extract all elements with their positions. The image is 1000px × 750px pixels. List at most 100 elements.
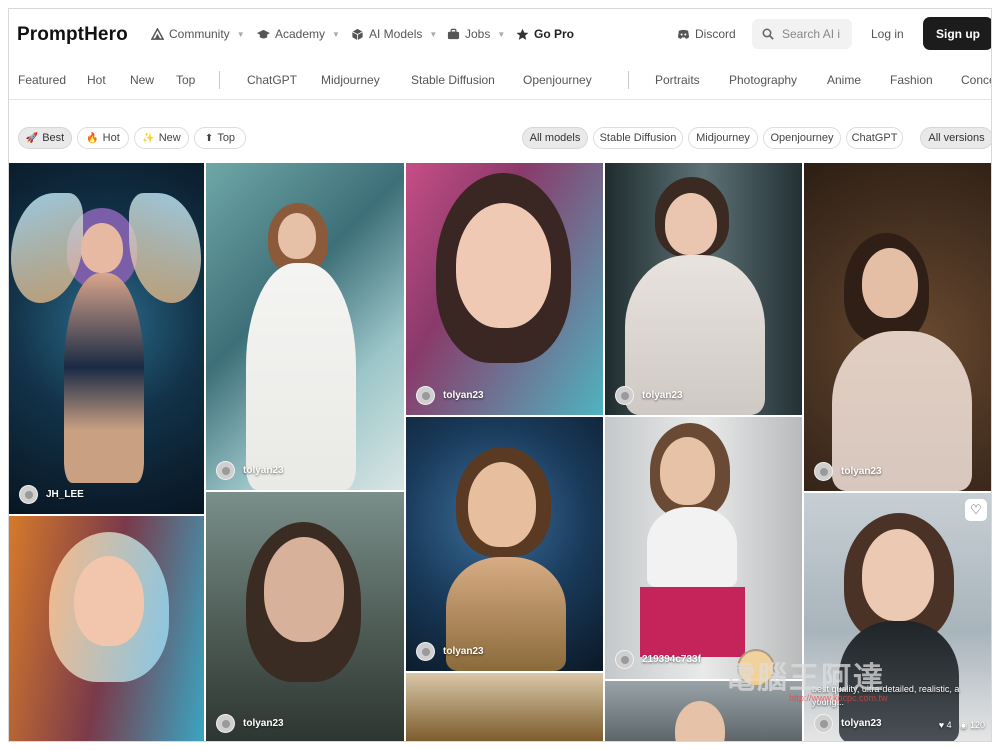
sort-best-button[interactable]: 🚀 Best — [18, 127, 72, 149]
tab-hot[interactable]: Hot — [87, 73, 106, 87]
cube-icon — [352, 28, 363, 40]
card-art — [64, 273, 144, 483]
version-all-label: All versions — [928, 132, 985, 144]
heart-icon[interactable]: ♡ — [965, 499, 987, 521]
tab-anime[interactable]: Anime — [827, 73, 861, 87]
card-art — [660, 437, 715, 505]
card-art — [278, 213, 316, 259]
sort-top-label: Top — [217, 132, 236, 144]
card-stats: ♥ 4 ◉ 120 — [939, 720, 985, 731]
nav-community[interactable]: Community ▼ — [151, 27, 245, 41]
nav-discord-label: Discord — [695, 27, 736, 41]
image-card[interactable]: JH_LEE — [9, 163, 204, 514]
card-art — [456, 203, 551, 328]
tab-fashion[interactable]: Fashion — [890, 73, 933, 87]
image-card[interactable]: ♡ best quality, ultra-detailed, realisti… — [804, 493, 991, 741]
search-icon — [762, 28, 774, 40]
sort-top-button[interactable]: ⬆ Top — [194, 127, 246, 149]
nav-go-pro[interactable]: Go Pro — [516, 27, 574, 41]
chevron-down-icon: ▼ — [497, 29, 506, 39]
chevron-down-icon: ▼ — [429, 29, 438, 39]
image-card[interactable]: tolyan23 — [605, 163, 802, 415]
search-box[interactable] — [752, 19, 852, 49]
card-user[interactable]: tolyan23 — [814, 714, 882, 733]
card-art — [862, 529, 934, 621]
card-art — [675, 701, 725, 741]
image-card[interactable]: tolyan23 — [206, 492, 404, 741]
sort-new-button[interactable]: ✨ New — [134, 127, 189, 149]
tab-featured[interactable]: Featured — [18, 73, 66, 87]
model-all-button[interactable]: All models — [522, 127, 588, 149]
community-icon — [151, 27, 164, 40]
card-art — [11, 193, 83, 303]
heart-icon: ♥ — [938, 720, 945, 730]
image-card[interactable]: tolyan23 — [206, 163, 404, 490]
avatar — [416, 386, 435, 405]
views-value: 120 — [969, 720, 985, 730]
model-midjourney-label: Midjourney — [696, 132, 750, 144]
image-card[interactable]: 219394c733f — [605, 417, 802, 679]
model-openjourney-button[interactable]: Openjourney — [763, 127, 841, 149]
image-card[interactable]: tolyan23 — [406, 417, 603, 671]
briefcase-icon — [447, 28, 460, 39]
avatar — [814, 462, 833, 481]
model-midjourney-button[interactable]: Midjourney — [688, 127, 758, 149]
username: tolyan23 — [243, 718, 284, 729]
site-logo[interactable]: PromptHero — [17, 24, 128, 46]
username: tolyan23 — [841, 466, 882, 477]
image-card[interactable]: tolyan23 — [406, 163, 603, 415]
star-icon — [516, 28, 529, 40]
image-card[interactable]: tolyan23 — [804, 163, 991, 491]
card-art — [74, 556, 144, 646]
tab-stable-diffusion[interactable]: Stable Diffusion — [411, 73, 495, 87]
nav-ai-models[interactable]: AI Models ▼ — [351, 27, 437, 41]
tab-photography[interactable]: Photography — [729, 73, 797, 87]
nav-academy[interactable]: Academy ▼ — [257, 27, 340, 41]
card-art — [862, 248, 918, 318]
category-tabs: Featured Hot New Top ChatGPT Midjourney … — [9, 61, 991, 100]
tab-divider — [628, 71, 629, 89]
tab-openjourney[interactable]: Openjourney — [523, 73, 592, 87]
username: tolyan23 — [642, 390, 683, 401]
rocket-icon: 🚀 — [25, 132, 39, 144]
watermark-text: 電腦王阿達 — [725, 661, 885, 696]
discord-icon — [677, 29, 690, 39]
graduation-cap-icon — [257, 29, 270, 38]
model-stable-diffusion-button[interactable]: Stable Diffusion — [593, 127, 683, 149]
sort-hot-label: Hot — [102, 132, 120, 144]
image-card[interactable] — [9, 516, 204, 741]
username: tolyan23 — [243, 465, 284, 476]
tab-chatgpt[interactable]: ChatGPT — [247, 73, 297, 87]
signup-button[interactable]: Sign up — [923, 17, 991, 50]
sort-hot-button[interactable]: 🔥 Hot — [77, 127, 129, 149]
card-user[interactable]: tolyan23 — [615, 386, 683, 405]
avatar — [615, 650, 634, 669]
card-user[interactable]: tolyan23 — [216, 714, 284, 733]
nav-jobs[interactable]: Jobs ▼ — [447, 27, 505, 41]
tab-new[interactable]: New — [130, 73, 154, 87]
tab-portraits[interactable]: Portraits — [655, 73, 700, 87]
nav-ai-models-label: AI Models — [369, 27, 423, 41]
search-input[interactable] — [782, 27, 844, 41]
card-user[interactable]: tolyan23 — [814, 462, 882, 481]
card-user[interactable]: tolyan23 — [416, 386, 484, 405]
avatar — [216, 461, 235, 480]
tab-concept[interactable]: Conce — [961, 73, 991, 87]
tab-midjourney[interactable]: Midjourney — [321, 73, 380, 87]
card-user[interactable]: tolyan23 — [416, 642, 484, 661]
browser-viewport: PromptHero Community ▼ Academy ▼ AI Models… — [8, 8, 992, 742]
avatar — [416, 642, 435, 661]
model-stable-diffusion-label: Stable Diffusion — [599, 132, 677, 144]
card-user[interactable]: 219394c733f — [615, 650, 701, 669]
card-user[interactable]: JH_LEE — [19, 485, 84, 504]
watermark-url: http://www.kocpc.com.tw — [789, 693, 888, 703]
version-all-button[interactable]: All versions — [920, 127, 991, 149]
tab-top[interactable]: Top — [176, 73, 195, 87]
eye-icon: ◉ — [959, 720, 968, 730]
model-chatgpt-button[interactable]: ChatGPT — [846, 127, 903, 149]
nav-discord[interactable]: Discord — [677, 27, 736, 41]
card-art — [665, 193, 717, 255]
image-card[interactable] — [406, 673, 603, 741]
card-user[interactable]: tolyan23 — [216, 461, 284, 480]
login-link[interactable]: Log in — [871, 27, 904, 41]
